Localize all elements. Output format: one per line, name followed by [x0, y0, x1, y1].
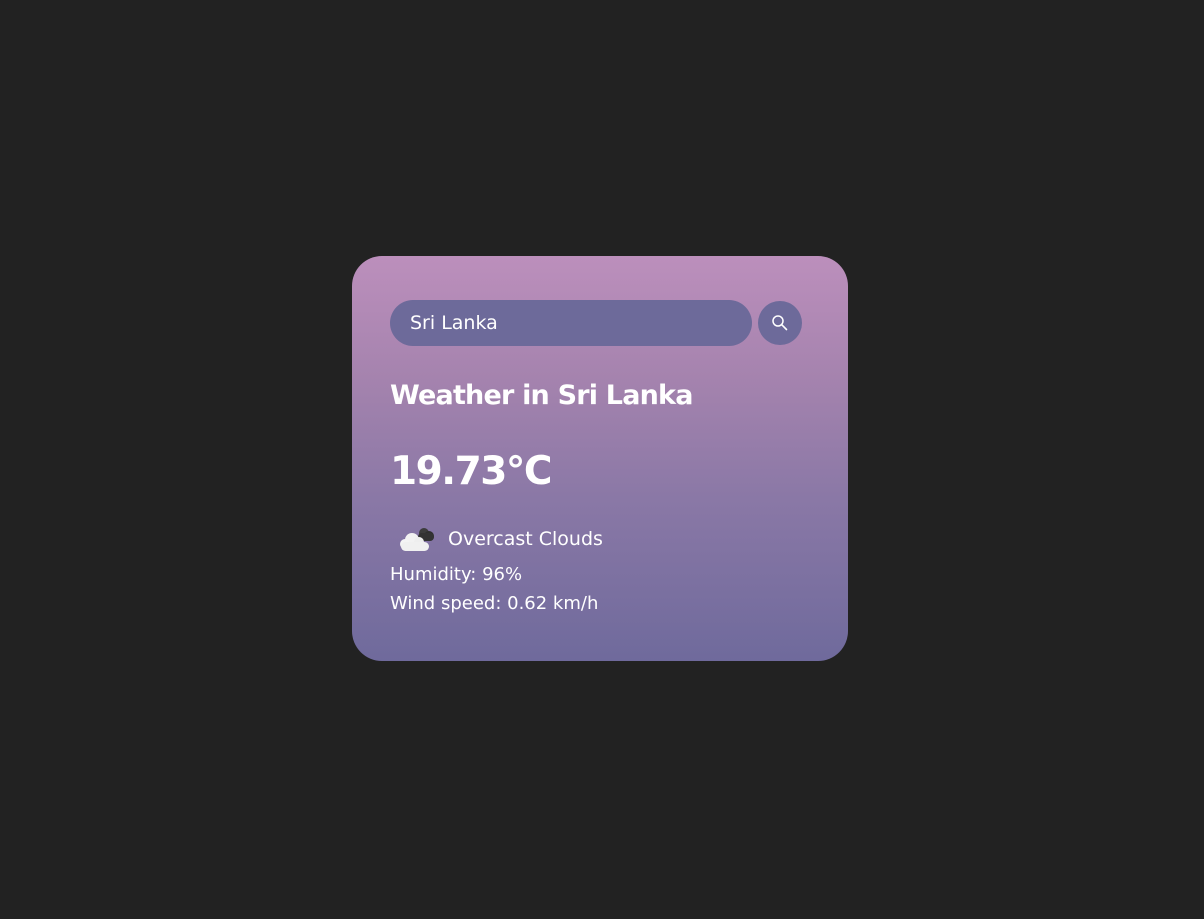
overcast-clouds-icon — [400, 528, 434, 551]
humidity-text: Humidity: 96% — [390, 564, 523, 585]
search-icon — [772, 315, 788, 331]
weather-description: Overcast Clouds — [448, 528, 603, 550]
temperature: 19.73°C — [390, 449, 552, 494]
search-button[interactable] — [758, 301, 802, 345]
weather-card: Weather in Sri Lanka 19.73°C Overcast Cl… — [352, 256, 848, 661]
city-title: Weather in Sri Lanka — [390, 380, 693, 411]
search-input[interactable] — [390, 300, 752, 346]
condition-row: Overcast Clouds — [390, 520, 810, 558]
wind-speed-text: Wind speed: 0.62 km/h — [390, 593, 599, 614]
search-bar — [390, 300, 810, 346]
